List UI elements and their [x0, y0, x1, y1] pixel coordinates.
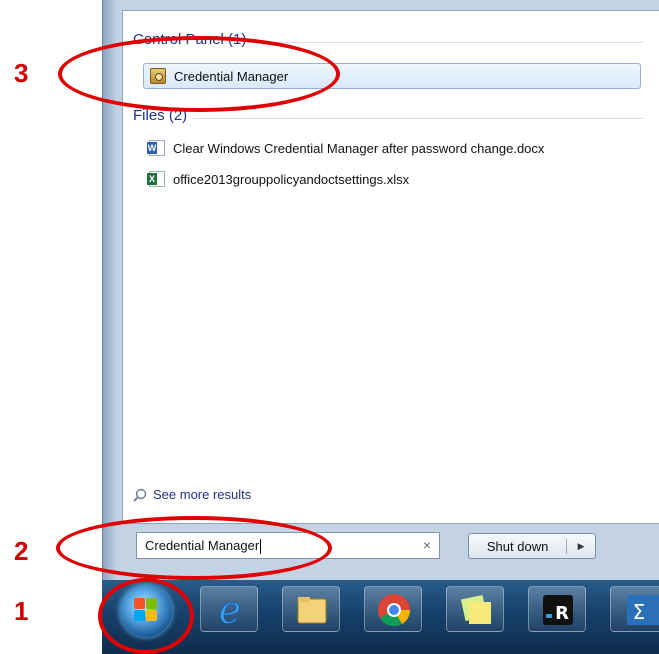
svg-text:e: e: [219, 588, 242, 632]
step-2-label: 2: [14, 536, 29, 566]
powershell-icon[interactable]: Σ: [610, 586, 659, 632]
group-divider: [253, 42, 643, 43]
file-explorer-icon[interactable]: [282, 586, 340, 632]
svg-text:R: R: [555, 603, 569, 624]
shutdown-button[interactable]: Shut down ▶: [468, 533, 596, 559]
see-more-results-link[interactable]: See more results: [133, 487, 251, 502]
step-3-label: 3: [14, 58, 29, 88]
result-label: Credential Manager: [174, 68, 289, 84]
control-panel-group-header[interactable]: Control Panel (1): [133, 31, 246, 48]
step-1-label: 1: [14, 596, 29, 626]
sticky-notes-icon[interactable]: [446, 586, 504, 632]
group-divider: [193, 118, 643, 119]
search-input-value: Credential Manager: [145, 538, 260, 553]
result-credential-manager[interactable]: Credential Manager: [143, 63, 641, 89]
see-more-label: See more results: [153, 487, 252, 502]
start-search-input[interactable]: Credential Manager ×: [136, 532, 440, 559]
shutdown-label: Shut down: [469, 538, 568, 554]
clear-search-icon[interactable]: ×: [423, 533, 431, 558]
credential-manager-icon: [150, 68, 166, 84]
result-label: Clear Windows Credential Manager after p…: [173, 140, 545, 156]
taskbar: e R Σ: [102, 580, 659, 654]
files-group-header[interactable]: Files (2): [133, 107, 187, 124]
word-doc-icon: [147, 140, 165, 156]
windows-logo-icon: [134, 598, 158, 622]
shutdown-options-arrow-icon[interactable]: ▶: [567, 541, 595, 552]
search-icon: [133, 488, 147, 502]
result-file-docx[interactable]: Clear Windows Credential Manager after p…: [143, 136, 544, 160]
text-caret: [260, 539, 262, 555]
excel-sheet-icon: [147, 171, 165, 187]
svg-text:Σ: Σ: [633, 600, 646, 624]
result-label: office2013grouppolicyandoctsettings.xlsx: [173, 171, 410, 187]
search-results-pane: Control Panel (1) Credential Manager Fil…: [122, 10, 659, 524]
chrome-icon[interactable]: [364, 586, 422, 632]
result-file-xlsx[interactable]: office2013grouppolicyandoctsettings.xlsx: [143, 167, 409, 191]
start-orb-button[interactable]: [120, 585, 172, 637]
remote-app-icon[interactable]: R: [528, 586, 586, 632]
internet-explorer-icon[interactable]: e: [200, 586, 258, 633]
